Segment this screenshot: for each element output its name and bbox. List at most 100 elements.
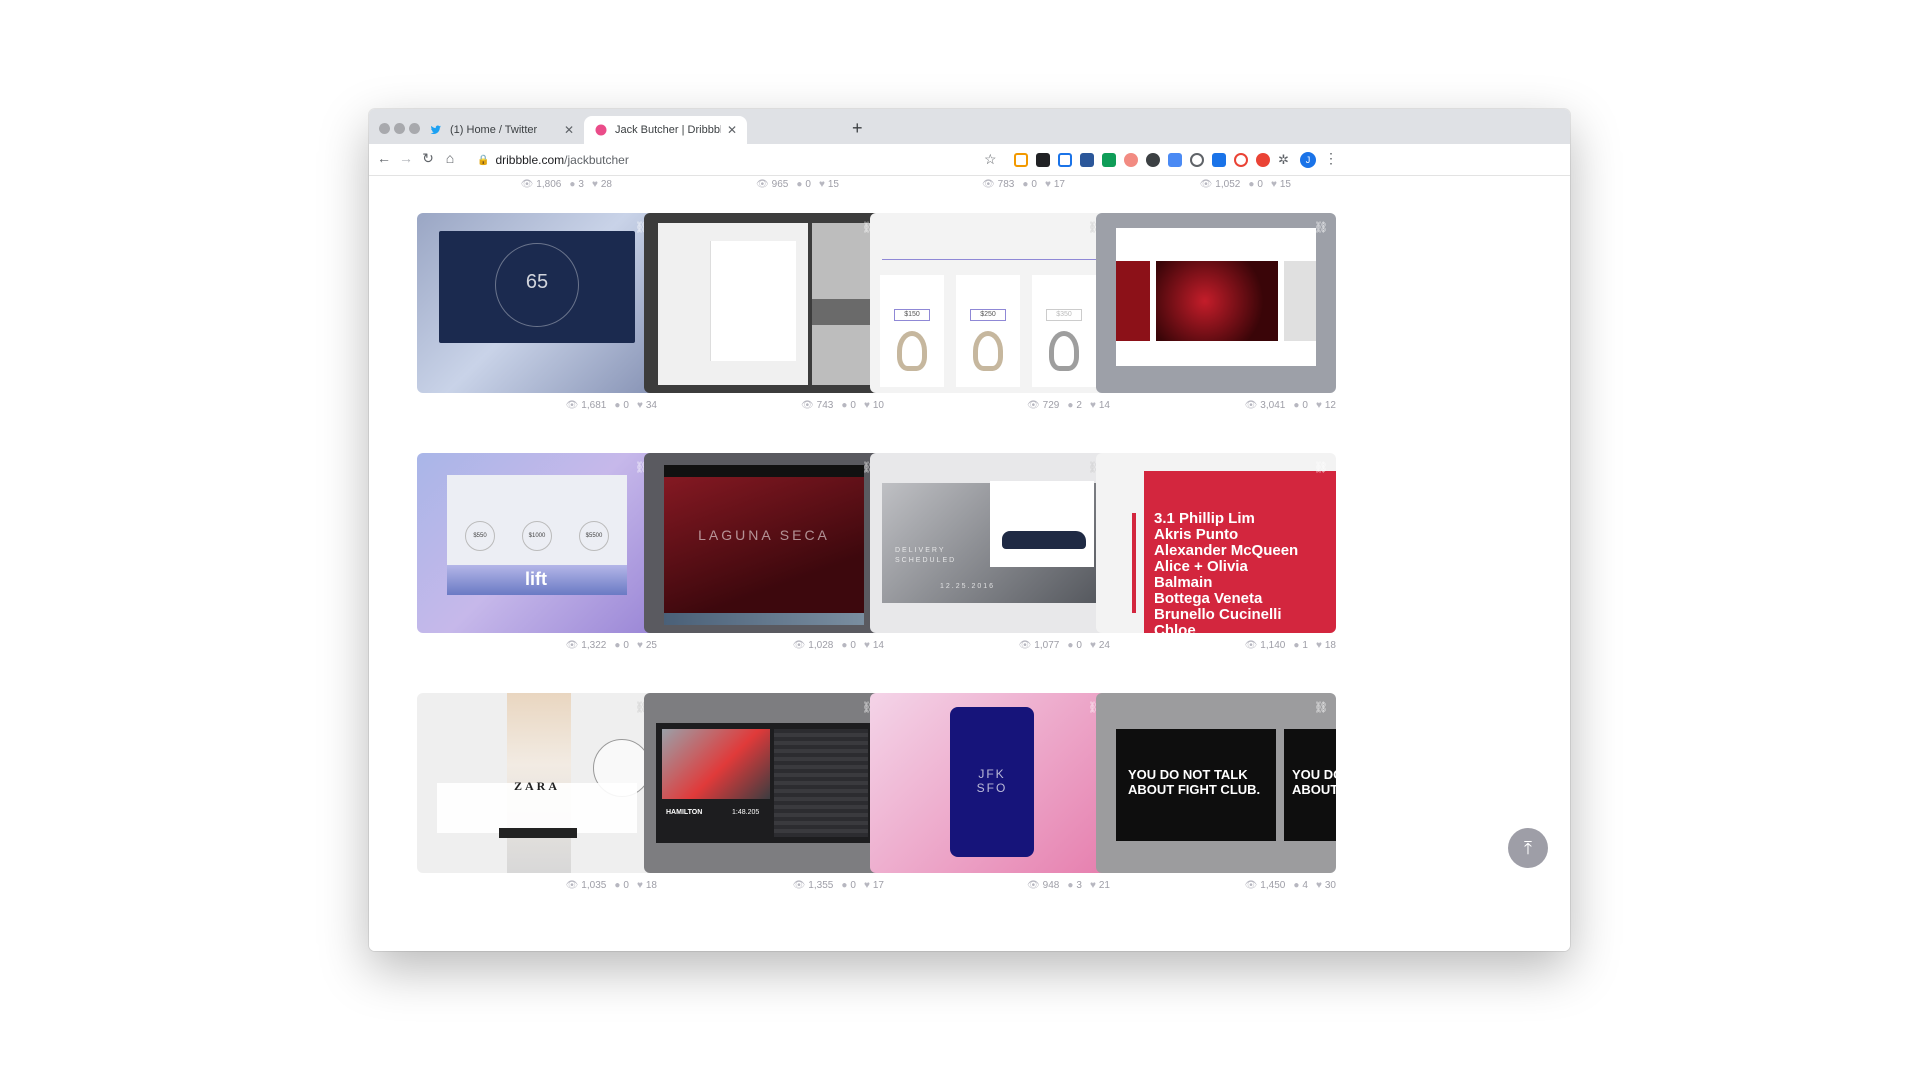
- likes-count: 18: [1324, 639, 1336, 651]
- eye-icon: 👁: [792, 639, 806, 651]
- likes-count: 17: [1053, 178, 1065, 190]
- extension-grid-icon[interactable]: [1014, 153, 1028, 167]
- shot-stats: 👁 743 ● 0 ♥ 10: [644, 398, 884, 412]
- browser-window: (1) Home / Twitter ✕ Jack Butcher | Drib…: [369, 109, 1570, 951]
- temperature-readout: 65: [525, 271, 549, 293]
- slide-line-2: ABOUT FIGHT CLUB.: [1128, 782, 1261, 797]
- shot-brands[interactable]: 3.1 Phillip Lim Akris Punto Alexander McQu…: [1096, 453, 1336, 633]
- shot-lift-pricing[interactable]: $550 $1000 $5500 lift ⛓: [417, 453, 657, 633]
- views-count: 783: [997, 178, 1015, 190]
- extensions-puzzle-icon[interactable]: ✲: [1278, 153, 1292, 167]
- extension-dark-icon[interactable]: [1036, 153, 1050, 167]
- close-tab-icon[interactable]: ✕: [727, 123, 737, 137]
- address-bar[interactable]: 🔒 dribbble.com/jackbutcher: [467, 148, 1107, 172]
- shot-paper: [710, 241, 796, 361]
- shot-laguna-seca[interactable]: LAGUNA SECA ⛓: [644, 453, 884, 633]
- forward-arrow-icon[interactable]: →: [396, 150, 416, 166]
- dribbble-ball-icon: [594, 124, 607, 137]
- likes-count: 28: [600, 178, 612, 190]
- shot-stats: 👁 1,355 ● 0 ♥ 17: [644, 878, 884, 892]
- likes-count: 12: [1324, 399, 1336, 411]
- progress-line: [882, 259, 1098, 260]
- price-tag: $150: [894, 309, 930, 321]
- more-menu-icon[interactable]: ⋮: [1324, 150, 1338, 167]
- shot-zara[interactable]: ZARA ⛓: [417, 693, 657, 873]
- bookmark-star-icon[interactable]: ☆: [984, 151, 997, 168]
- heart-icon: ♥: [1089, 639, 1096, 651]
- price-circle: $550: [465, 521, 495, 551]
- shot-flight[interactable]: JFK SFO ⛓: [870, 693, 1110, 873]
- heart-icon: ♥: [636, 639, 643, 651]
- new-tab-button[interactable]: +: [852, 118, 863, 139]
- shot-stats: 👁 1,140 ● 1 ♥ 18: [1096, 638, 1336, 652]
- comments-count: 0: [805, 178, 811, 190]
- comments-count: 3: [578, 178, 584, 190]
- eye-icon: 👁: [520, 178, 534, 190]
- shot-gallery[interactable]: ⛓: [1096, 213, 1336, 393]
- tab-dribbble[interactable]: Jack Butcher | Dribbble ✕: [584, 116, 747, 144]
- comments-count: 0: [1031, 178, 1037, 190]
- home-icon[interactable]: ⌂: [440, 150, 460, 166]
- comment-icon: ●: [841, 399, 848, 411]
- minimize-window-button[interactable]: [394, 123, 405, 134]
- shot-fight-club[interactable]: YOU DO NOT TALK ABOUT FIGHT CLUB. YOU DO…: [1096, 693, 1336, 873]
- shot-stats: 👁 783 ● 0 ♥ 17: [870, 177, 1065, 191]
- word-icon[interactable]: [1080, 153, 1094, 167]
- comments-count: 0: [623, 879, 629, 891]
- views-count: 729: [1042, 399, 1060, 411]
- heart-icon: ♥: [1315, 399, 1322, 411]
- extension-red-dot-icon[interactable]: [1124, 153, 1138, 167]
- eye-icon: 👁: [981, 178, 995, 190]
- comments-count: 0: [1076, 639, 1082, 651]
- comment-icon: ●: [1293, 639, 1300, 651]
- shot-document[interactable]: ⛓: [644, 213, 884, 393]
- shot-thermostat[interactable]: 65 ⛓: [417, 213, 657, 393]
- close-window-button[interactable]: [379, 123, 390, 134]
- extension-globe-icon[interactable]: [1146, 153, 1160, 167]
- close-tab-icon[interactable]: ✕: [564, 123, 574, 137]
- extension-plus-icon[interactable]: [1256, 153, 1270, 167]
- slide-next-line-1: YOU DO: [1292, 767, 1336, 782]
- extension-info-icon[interactable]: [1212, 153, 1226, 167]
- profile-avatar[interactable]: J: [1300, 152, 1316, 168]
- shot-stats: 👁 1,806 ● 3 ♥ 28: [417, 177, 612, 191]
- tab-twitter[interactable]: (1) Home / Twitter ✕: [419, 116, 584, 144]
- gallery-image-left: [1116, 261, 1150, 341]
- back-to-top-button[interactable]: ⤒: [1508, 828, 1548, 868]
- heart-icon: ♥: [1315, 879, 1322, 891]
- back-arrow-icon[interactable]: ←: [374, 150, 394, 166]
- comments-count: 0: [850, 399, 856, 411]
- shot-stats: 👁 965 ● 0 ♥ 15: [644, 177, 839, 191]
- views-count: 948: [1042, 879, 1060, 891]
- zoom-icon[interactable]: [1168, 153, 1182, 167]
- accessibility-icon[interactable]: [1190, 153, 1204, 167]
- shot-stats: 👁 1,035 ● 0 ♥ 18: [417, 878, 657, 892]
- extension-camera-icon[interactable]: [1058, 153, 1072, 167]
- comments-count: 0: [1257, 178, 1263, 190]
- heart-icon: ♥: [863, 879, 870, 891]
- car-image: [1002, 531, 1086, 549]
- shot-hamilton[interactable]: HAMILTON 1:48.205 ⛓: [644, 693, 884, 873]
- views-count: 1,806: [536, 178, 562, 190]
- heart-icon: ♥: [636, 879, 643, 891]
- shot-stats: 👁 1,028 ● 0 ♥ 14: [644, 638, 884, 652]
- comment-icon: ●: [569, 178, 576, 190]
- slide-next-line-2: ABOUT: [1292, 782, 1336, 797]
- reload-icon[interactable]: ↻: [418, 150, 438, 167]
- shot-delivery[interactable]: DELIVERY SCHEDULED 12.25.2016 ⛓: [870, 453, 1110, 633]
- shot-headphones[interactable]: $150 $250 $350 ⛓: [870, 213, 1110, 393]
- delivery-date: 12.25.2016: [940, 583, 996, 590]
- extension-target-icon[interactable]: [1234, 153, 1248, 167]
- comments-count: 0: [623, 639, 629, 651]
- comment-icon: ●: [1067, 879, 1074, 891]
- views-count: 743: [816, 399, 834, 411]
- views-count: 3,041: [1260, 399, 1286, 411]
- heart-icon: ♥: [1270, 178, 1277, 190]
- heart-icon: ♥: [636, 399, 643, 411]
- browser-toolbar: ← → ↻ ⌂ 🔒 dribbble.com/jackbutcher ☆ ✲ J…: [369, 144, 1570, 176]
- views-count: 1,322: [581, 639, 607, 651]
- slide-line-1: YOU DO NOT TALK: [1128, 767, 1248, 782]
- arrow-up-icon: ⤒: [1524, 837, 1532, 858]
- views-count: 1,052: [1215, 178, 1241, 190]
- extension-green-icon[interactable]: [1102, 153, 1116, 167]
